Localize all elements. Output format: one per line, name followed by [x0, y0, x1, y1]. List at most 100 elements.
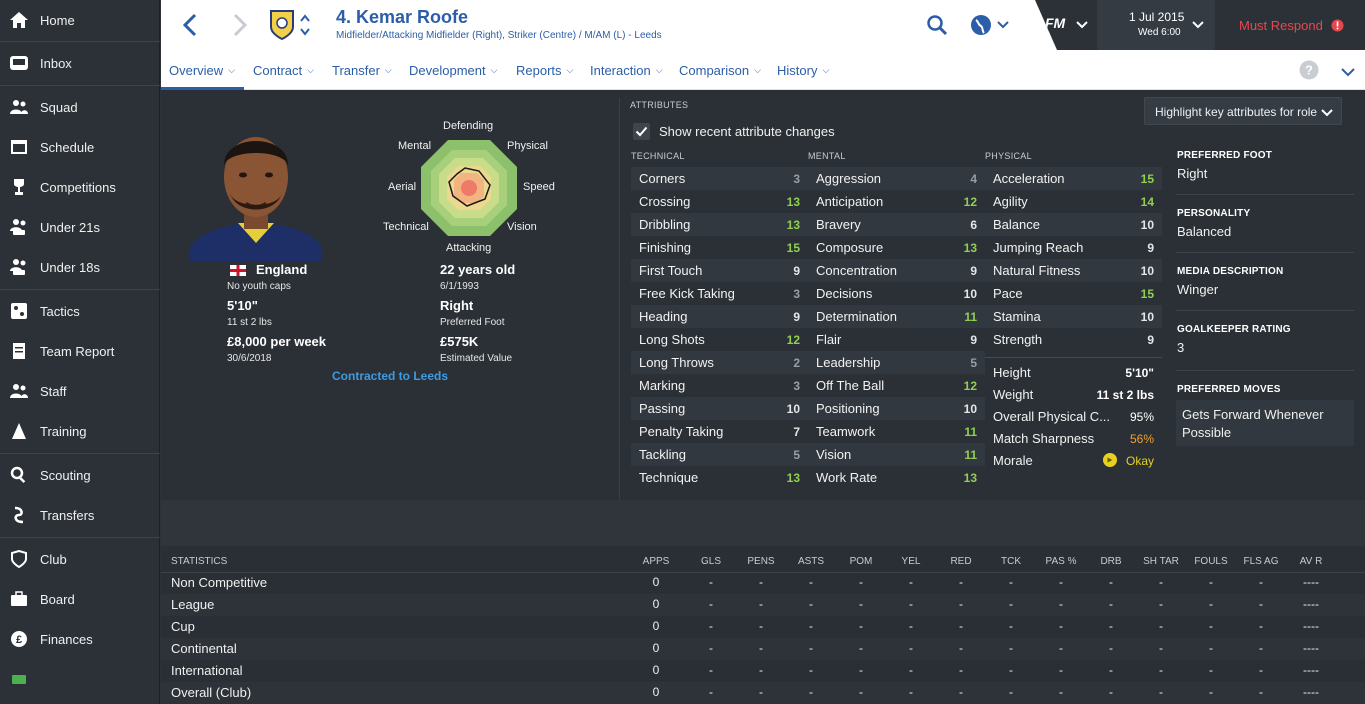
- sidebar-item-transfers[interactable]: Transfers: [0, 495, 160, 535]
- help-button[interactable]: ?: [1299, 60, 1319, 80]
- sidebar-item-club[interactable]: Club: [0, 539, 160, 579]
- statistics-column-header[interactable]: RED: [936, 556, 986, 567]
- technical-attribute-row[interactable]: Corners 3: [631, 167, 808, 190]
- statistics-row[interactable]: Continental 0- - - - - - - - - - - - ----: [161, 638, 1365, 660]
- statistics-column-header[interactable]: PENS: [736, 556, 786, 567]
- tab-comparison[interactable]: Comparison ⌵: [679, 50, 761, 90]
- search-button[interactable]: [926, 14, 948, 36]
- technical-attribute-row[interactable]: Long Throws 2: [631, 351, 808, 374]
- preferred-move[interactable]: Gets Forward Whenever Possible: [1182, 406, 1342, 442]
- statistics-row[interactable]: League 0- - - - - - - - - - - - ----: [161, 594, 1365, 616]
- show-changes-checkbox[interactable]: [633, 123, 650, 140]
- mental-attribute-row[interactable]: Anticipation 12: [808, 190, 985, 213]
- statistics-row[interactable]: International 0- - - - - - - - - - - - ----: [161, 660, 1365, 682]
- club-switcher[interactable]: [299, 12, 311, 38]
- mental-attribute-row[interactable]: Determination 11: [808, 305, 985, 328]
- tab-overview[interactable]: Overview ⌵: [169, 50, 235, 90]
- physical-attribute-row[interactable]: Agility 14: [985, 190, 1162, 213]
- statistics-column-header[interactable]: TCK: [986, 556, 1036, 567]
- statistics-row[interactable]: Non Competitive 0- - - - - - - - - - - - ----: [161, 572, 1365, 594]
- technical-attribute-row[interactable]: First Touch 9: [631, 259, 808, 282]
- mental-attribute-row[interactable]: Leadership 5: [808, 351, 985, 374]
- statistics-column-header[interactable]: DRB: [1086, 556, 1136, 567]
- sidebar-item-under-21s[interactable]: Under 21s: [0, 207, 160, 247]
- mental-attribute-row[interactable]: Vision 11: [808, 443, 985, 466]
- physical-attribute-row[interactable]: Balance 10: [985, 213, 1162, 236]
- contracted-to-link[interactable]: Contracted to Leeds: [332, 369, 448, 383]
- mental-attribute-row[interactable]: Off The Ball 12: [808, 374, 985, 397]
- tab-development[interactable]: Development ⌵: [409, 50, 497, 90]
- world-menu-button[interactable]: [969, 13, 1011, 37]
- statistics-column-header[interactable]: GLS: [686, 556, 736, 567]
- mental-attribute-row[interactable]: Bravery 6: [808, 213, 985, 236]
- expand-button[interactable]: [1341, 64, 1355, 77]
- forward-button[interactable]: [227, 12, 251, 38]
- technical-attribute-row[interactable]: Long Shots 12: [631, 328, 808, 351]
- statistics-column-header[interactable]: FLS AG: [1236, 556, 1286, 567]
- technical-attribute-row[interactable]: Free Kick Taking 3: [631, 282, 808, 305]
- statistics-cell: -: [759, 641, 763, 655]
- sidebar-item-training[interactable]: Training: [0, 411, 160, 451]
- tab-reports[interactable]: Reports ⌵: [516, 50, 573, 90]
- technical-attribute-row[interactable]: Dribbling 13: [631, 213, 808, 236]
- mental-attribute-row[interactable]: Composure 13: [808, 236, 985, 259]
- technical-attribute-row[interactable]: Penalty Taking 7: [631, 420, 808, 443]
- physical-attribute-row[interactable]: Pace 15: [985, 282, 1162, 305]
- physical-attribute-row[interactable]: Strength 9: [985, 328, 1162, 351]
- mental-attribute-row[interactable]: Aggression 4: [808, 167, 985, 190]
- sidebar-item-team-report[interactable]: Team Report: [0, 331, 160, 371]
- statistics-row[interactable]: Cup 0- - - - - - - - - - - - ----: [161, 616, 1365, 638]
- technical-attribute-row[interactable]: Passing 10: [631, 397, 808, 420]
- physical-attribute-row[interactable]: Natural Fitness 10: [985, 259, 1162, 282]
- statistics-column-header[interactable]: PAS %: [1036, 556, 1086, 567]
- mental-attribute-row[interactable]: Decisions 10: [808, 282, 985, 305]
- sidebar-item-squad[interactable]: Squad: [0, 87, 160, 127]
- technical-attribute-row[interactable]: Heading 9: [631, 305, 808, 328]
- back-button[interactable]: [179, 12, 203, 38]
- sidebar-item-finances[interactable]: £ Finances: [0, 619, 160, 659]
- nationality[interactable]: England: [256, 262, 307, 277]
- statistics-row[interactable]: Overall (Club) 0- - - - - - - - - - - - ----: [161, 682, 1365, 704]
- technical-attribute-row[interactable]: Marking 3: [631, 374, 808, 397]
- mental-attribute-row[interactable]: Concentration 9: [808, 259, 985, 282]
- technical-attribute-row[interactable]: Tackling 5: [631, 443, 808, 466]
- mental-attribute-row[interactable]: Positioning 10: [808, 397, 985, 420]
- mental-attribute-row[interactable]: Teamwork 11: [808, 420, 985, 443]
- statistics-column-header[interactable]: APPS: [631, 556, 681, 567]
- statistics-column-header[interactable]: FOULS: [1186, 556, 1236, 567]
- statistics-column-header[interactable]: SH TAR: [1136, 556, 1186, 567]
- technical-attribute-row[interactable]: Crossing 13: [631, 190, 808, 213]
- tab-history[interactable]: History ⌵: [777, 50, 829, 90]
- club-badge[interactable]: [269, 9, 295, 41]
- statistics-column-header[interactable]: ASTS: [786, 556, 836, 567]
- tab-transfer[interactable]: Transfer ⌵: [332, 50, 392, 90]
- highlight-attributes-dropdown[interactable]: Highlight key attributes for role: [1144, 97, 1342, 125]
- tab-interaction[interactable]: Interaction ⌵: [590, 50, 663, 90]
- sidebar-item-scouting[interactable]: Scouting: [0, 455, 160, 495]
- tab-contract[interactable]: Contract ⌵: [253, 50, 314, 90]
- continue-button[interactable]: Must Respond: [1215, 0, 1365, 50]
- date-panel[interactable]: 1 Jul 2015 Wed 6:00: [1097, 0, 1215, 50]
- technical-attribute-row[interactable]: Technique 13: [631, 466, 808, 489]
- mental-attribute-row[interactable]: Flair 9: [808, 328, 985, 351]
- technical-attribute-row[interactable]: Finishing 15: [631, 236, 808, 259]
- statistics-column-header[interactable]: YEL: [886, 556, 936, 567]
- physical-attribute-row[interactable]: Stamina 10: [985, 305, 1162, 328]
- mental-attribute-row[interactable]: Work Rate 13: [808, 466, 985, 489]
- attribute-value: 15: [786, 240, 800, 255]
- sidebar-item-staff[interactable]: Staff: [0, 371, 160, 411]
- physical-attribute-row[interactable]: Acceleration 15: [985, 167, 1162, 190]
- sidebar-item-board[interactable]: Board: [0, 579, 160, 619]
- sidebar-item-competitions[interactable]: Competitions: [0, 167, 160, 207]
- statistics-column-header[interactable]: POM: [836, 556, 886, 567]
- sidebar-item-schedule[interactable]: Schedule: [0, 127, 160, 167]
- sidebar-item-inbox[interactable]: Inbox: [0, 43, 160, 83]
- physical-attribute-row[interactable]: Jumping Reach 9: [985, 236, 1162, 259]
- statistics-cell: -: [1109, 619, 1113, 633]
- sidebar-item-under-18s[interactable]: Under 18s: [0, 247, 160, 287]
- sidebar-item-home[interactable]: Home: [0, 0, 160, 40]
- sidebar-item-tactics[interactable]: Tactics: [0, 291, 160, 331]
- statistics-column-header[interactable]: AV R: [1286, 556, 1336, 567]
- attribute-value: 15: [1140, 286, 1154, 301]
- fm-menu-button[interactable]: FM: [1035, 0, 1097, 50]
